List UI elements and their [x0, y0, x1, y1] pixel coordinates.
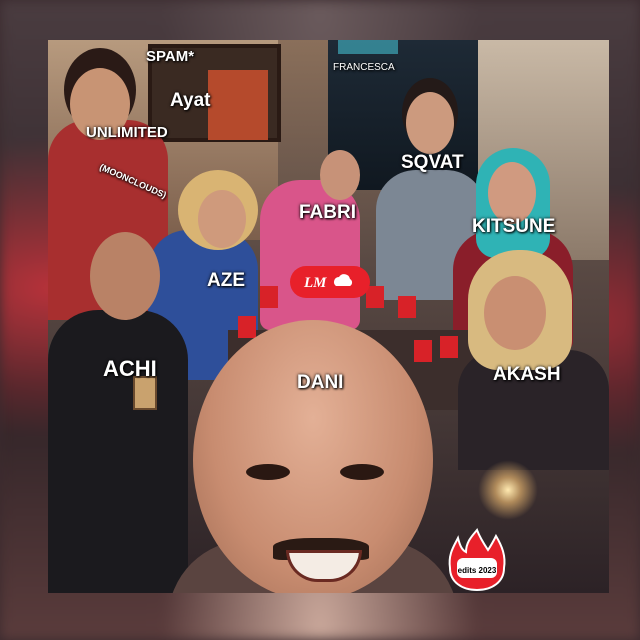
label-unlimited: UNLIMITED — [86, 124, 168, 141]
lm-logo-text: LM — [303, 275, 327, 291]
person-dani-eye-left — [246, 464, 290, 480]
label-ayat: Ayat — [170, 90, 211, 111]
label-sqvat: SQVAT — [401, 152, 464, 173]
person-sqvat-head — [406, 92, 454, 154]
label-spam: SPAM* — [146, 48, 195, 65]
label-aze: AZE — [207, 270, 245, 291]
lm-logo-icon: LM — [303, 274, 353, 291]
red-cup — [440, 336, 458, 358]
person-achi-head — [90, 232, 160, 320]
group-photo — [48, 40, 609, 593]
red-cup — [398, 296, 416, 318]
person-dani-eye-right — [340, 464, 384, 480]
label-francesca: FRANCESCA — [333, 62, 395, 73]
person-fabri-head — [320, 150, 360, 200]
sparkler — [478, 460, 538, 520]
label-kitsune: KITSUNE — [472, 216, 556, 237]
label-akash: AKASH — [493, 364, 561, 385]
person-kitsune-head — [488, 162, 536, 224]
label-fabri: FABRI — [299, 202, 356, 223]
red-cup — [414, 340, 432, 362]
red-cup — [260, 286, 278, 308]
person-achi-body — [48, 310, 188, 593]
person-aze-head — [198, 190, 246, 248]
window-lights — [338, 40, 398, 54]
edits-badge: edits 2023 — [444, 528, 510, 592]
badge-text: edits 2023 — [457, 566, 497, 575]
red-cup — [238, 316, 256, 338]
red-cup — [366, 286, 384, 308]
person-akash-head — [484, 276, 546, 350]
label-dani: DANI — [297, 372, 344, 393]
wall-frame-red — [208, 70, 268, 140]
label-achi: ACHI — [103, 356, 157, 381]
flame-badge-icon — [448, 528, 506, 592]
lm-logo-pill: LM — [290, 266, 370, 298]
